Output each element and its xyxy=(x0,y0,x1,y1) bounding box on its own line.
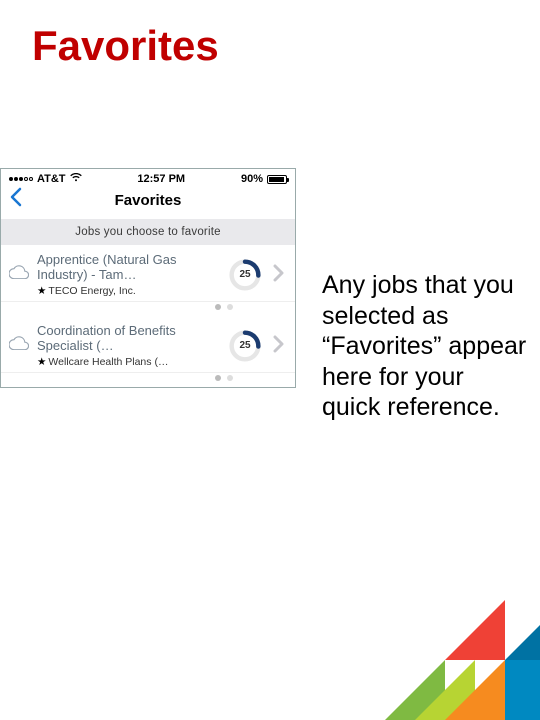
job-title: Coordination of Benefits Specialist (… xyxy=(37,324,221,354)
score-gauge: 25 xyxy=(229,259,261,291)
cloud-icon xyxy=(9,265,29,284)
chevron-right-icon xyxy=(269,262,289,288)
cloud-icon xyxy=(9,336,29,355)
carrier-label: AT&T xyxy=(37,173,66,185)
status-time: 12:57 PM xyxy=(137,173,185,185)
score-value: 25 xyxy=(229,330,261,362)
list-subheader: Jobs you choose to favorite xyxy=(1,219,295,245)
page-dots xyxy=(1,302,295,316)
status-bar: AT&T 12:57 PM 90% xyxy=(1,169,295,187)
page-dots xyxy=(1,373,295,387)
nav-title: Favorites xyxy=(9,192,287,209)
favorites-list: Apprentice (Natural Gas Industry) - Tam…… xyxy=(1,245,295,387)
star-icon: ★ xyxy=(37,356,46,368)
battery-icon xyxy=(267,175,287,184)
star-icon: ★ xyxy=(37,285,46,297)
nav-bar: Favorites xyxy=(1,187,295,219)
score-value: 25 xyxy=(229,259,261,291)
chevron-right-icon xyxy=(269,333,289,359)
job-company: ★TECO Energy, Inc. xyxy=(37,285,221,297)
phone-screenshot: AT&T 12:57 PM 90% Favorites Jobs you cho… xyxy=(0,168,296,388)
corner-art xyxy=(350,575,540,720)
battery-pct: 90% xyxy=(241,173,263,185)
score-gauge: 25 xyxy=(229,330,261,362)
list-item[interactable]: Coordination of Benefits Specialist (… ★… xyxy=(1,316,295,373)
slide-description: Any jobs that you selected as “Favorites… xyxy=(322,270,527,423)
signal-dots-icon xyxy=(9,177,33,181)
slide-title: Favorites xyxy=(32,22,219,70)
job-company: ★Wellcare Health Plans (… xyxy=(37,356,221,368)
list-item[interactable]: Apprentice (Natural Gas Industry) - Tam…… xyxy=(1,245,295,302)
wifi-icon xyxy=(70,173,82,185)
job-title: Apprentice (Natural Gas Industry) - Tam… xyxy=(37,253,221,283)
